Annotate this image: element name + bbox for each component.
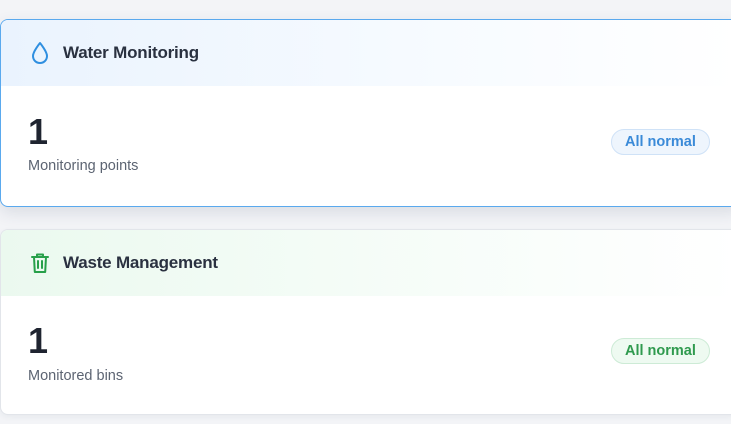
metric-label: Monitored bins xyxy=(28,368,124,384)
metric-label: Monitoring points xyxy=(28,158,139,174)
card-header: Water Monitoring xyxy=(1,20,731,86)
waste-management-card[interactable]: Waste Management 1 Monitored bins All no… xyxy=(0,229,731,415)
card-header: Waste Management xyxy=(1,230,731,296)
dashboard-page: Water Monitoring 1 Monitoring points All… xyxy=(0,0,731,424)
metric-value: 1 xyxy=(28,320,49,361)
status-badge: All normal xyxy=(611,129,710,155)
card-title: Water Monitoring xyxy=(63,43,199,62)
trash-bin-icon xyxy=(28,251,52,275)
water-monitoring-card[interactable]: Water Monitoring 1 Monitoring points All… xyxy=(0,19,731,207)
water-drop-icon xyxy=(28,41,52,65)
metric-value: 1 xyxy=(28,111,49,152)
status-badge: All normal xyxy=(611,338,710,364)
card-title: Waste Management xyxy=(63,253,218,272)
